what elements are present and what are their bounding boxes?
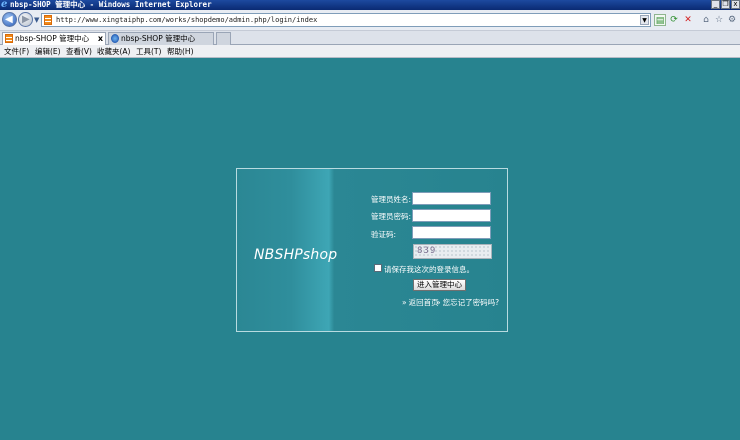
back-button[interactable]: ◀ <box>2 12 17 27</box>
forgot-password-link[interactable]: » 您忘记了密码吗? <box>436 297 499 308</box>
menu-tools[interactable]: 工具(T) <box>136 46 161 57</box>
new-tab-button[interactable] <box>216 32 231 45</box>
link-arrow-icon: » <box>402 298 407 307</box>
tab-page-icon <box>5 34 13 43</box>
tab-inactive[interactable]: nbsp-SHOP 管理中心 <box>108 32 214 45</box>
forward-arrow-icon: ▶ <box>22 14 30 25</box>
window-title: nbsp-SHOP 管理中心 - Windows Internet Explor… <box>10 0 212 9</box>
remember-checkbox[interactable] <box>374 264 382 272</box>
home-link[interactable]: » 返回首页 <box>402 297 439 308</box>
back-arrow-icon: ◀ <box>5 14 13 25</box>
close-window-button[interactable]: x <box>731 0 740 9</box>
forward-button[interactable]: ▶ <box>18 12 33 27</box>
login-panel: NBSHPshop 管理员姓名: 管理员密码: 验证码: 839 请保存我这次的… <box>236 168 508 332</box>
captcha-text: 839 <box>417 246 437 256</box>
forgot-link-label: 您忘记了密码吗? <box>442 298 500 307</box>
menu-help[interactable]: 帮助(H) <box>167 46 194 57</box>
address-bar[interactable]: http://www.xingtaiphp.com/works/shopdemo… <box>41 13 651 27</box>
ie-logo-icon: e <box>1 0 8 10</box>
address-dropdown-icon[interactable]: ▼ <box>640 15 649 25</box>
url-text[interactable]: http://www.xingtaiphp.com/works/shopdemo… <box>56 16 317 24</box>
brand-logo: NBSHPshop <box>254 247 338 263</box>
login-submit-button[interactable]: 进入管理中心 <box>413 279 466 291</box>
tab-ie-icon <box>111 34 119 43</box>
tab-close-icon[interactable]: x <box>98 33 103 45</box>
menu-edit[interactable]: 编辑(E) <box>35 46 61 57</box>
home-link-label: 返回首页 <box>408 298 439 307</box>
minimize-button[interactable]: _ <box>711 0 720 9</box>
navigation-bar: ◀ ▶ ▼ http://www.xingtaiphp.com/works/sh… <box>0 10 740 31</box>
home-icon[interactable]: ⌂ <box>700 14 712 26</box>
username-label: 管理员姓名: <box>371 195 412 204</box>
tab-bar: nbsp-SHOP 管理中心 x nbsp-SHOP 管理中心 <box>0 31 740 45</box>
remember-label: 请保存我这次的登录信息。 <box>384 265 474 274</box>
favorites-star-icon[interactable]: ☆ <box>713 14 725 26</box>
compatibility-view-icon[interactable]: ▤ <box>654 14 666 26</box>
menu-favorites[interactable]: 收藏夹(A) <box>97 46 130 57</box>
maximize-button[interactable]: ❐ <box>721 0 730 9</box>
window-title-bar: e nbsp-SHOP 管理中心 - Windows Internet Expl… <box>0 0 740 10</box>
menu-file[interactable]: 文件(F) <box>4 46 29 57</box>
recent-pages-dropdown-icon[interactable]: ▼ <box>34 16 39 24</box>
tab-active[interactable]: nbsp-SHOP 管理中心 x <box>2 32 106 45</box>
menu-view[interactable]: 查看(V) <box>66 46 92 57</box>
page-icon <box>44 15 52 25</box>
username-input[interactable] <box>412 192 491 205</box>
captcha-input[interactable] <box>412 226 491 239</box>
menu-bar: 文件(F) 编辑(E) 查看(V) 收藏夹(A) 工具(T) 帮助(H) <box>0 45 740 58</box>
password-input[interactable] <box>412 209 491 222</box>
link-arrow-icon: » <box>436 298 441 307</box>
stop-icon[interactable]: ✕ <box>682 14 694 26</box>
tab-label: nbsp-SHOP 管理中心 <box>15 34 90 43</box>
password-label: 管理员密码: <box>371 212 412 221</box>
tools-gear-icon[interactable]: ⚙ <box>726 14 738 26</box>
captcha-image[interactable]: 839 <box>413 244 492 259</box>
refresh-icon[interactable]: ⟳ <box>668 14 680 26</box>
captcha-label: 验证码: <box>371 230 397 239</box>
tab-label: nbsp-SHOP 管理中心 <box>121 34 196 43</box>
